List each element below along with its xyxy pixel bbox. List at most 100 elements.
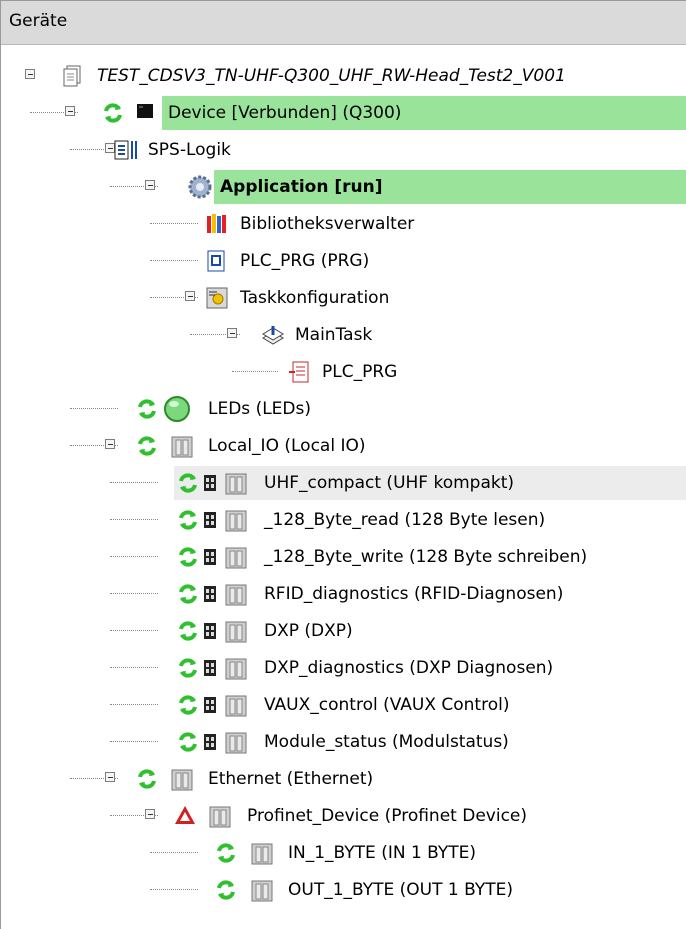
tree-node-label: PLC_PRG [322, 362, 398, 382]
module-icon [225, 546, 247, 575]
tree-connector [110, 593, 158, 594]
tree-connector [110, 556, 158, 557]
tree-node-label: DXP_diagnostics (DXP Diagnosen) [264, 658, 554, 678]
tree-node[interactable]: Module_status (Modulstatus) [1, 725, 686, 759]
tree-node-label: VAUX_control (VAUX Control) [264, 695, 510, 715]
tree-connector [150, 223, 198, 224]
tree-node-label: PLC_PRG (PRG) [240, 251, 370, 271]
tree-node[interactable]: Taskkonfiguration [1, 281, 686, 315]
tree-node-label: _128_Byte_write (128 Byte schreiben) [264, 547, 588, 567]
collapse-toggle-icon[interactable] [145, 180, 155, 190]
module-icon [225, 694, 247, 723]
panel-title: Geräte [9, 11, 68, 31]
tree-node[interactable]: IN_1_BYTE (IN 1 BYTE) [1, 836, 686, 870]
tree-node-label: DXP (DXP) [264, 621, 353, 641]
pou-icon [206, 250, 226, 277]
module-icon [171, 768, 193, 797]
tree-connector [110, 704, 158, 705]
module-icon [225, 620, 247, 649]
tree-node[interactable]: RFID_diagnostics (RFID-Diagnosen) [1, 577, 686, 611]
connected-status-icon [177, 731, 199, 758]
collapse-toggle-icon[interactable] [185, 291, 195, 301]
tree-connector [150, 889, 198, 890]
tree-node-label: Bibliotheksverwalter [240, 214, 415, 234]
tree-node-label: Application [run] [220, 177, 383, 197]
collapse-toggle-icon[interactable] [25, 69, 35, 79]
collapse-toggle-icon[interactable] [227, 328, 237, 338]
tree-connector [110, 482, 158, 483]
panel-header: Geräte [1, 1, 686, 45]
tree-node-label: Ethernet (Ethernet) [208, 769, 374, 789]
program-call-icon [288, 361, 310, 388]
task-config-icon [206, 287, 228, 314]
collapse-toggle-icon[interactable] [105, 772, 115, 782]
task-icon [261, 324, 285, 351]
project-icon [63, 65, 83, 92]
io-channel-icon [203, 659, 217, 682]
collapse-toggle-icon[interactable] [105, 439, 115, 449]
tree-node-label: SPS-Logik [148, 140, 231, 160]
module-icon [225, 657, 247, 686]
tree-node[interactable]: Profinet_Device (Profinet Device) [1, 799, 686, 833]
tree-node[interactable]: VAUX_control (VAUX Control) [1, 688, 686, 722]
warning-triangle-icon [174, 805, 196, 830]
tree-node[interactable]: OUT_1_BYTE (OUT 1 BYTE) [1, 873, 686, 907]
tree-node-label: IN_1_BYTE (IN 1 BYTE) [288, 843, 477, 863]
module-icon [225, 472, 247, 501]
io-channel-icon [203, 474, 217, 497]
tree-node[interactable]: Bibliotheksverwalter [1, 207, 686, 241]
tree-node[interactable]: LEDs (LEDs) [1, 392, 686, 426]
tree-connector [110, 519, 158, 520]
io-channel-icon [203, 585, 217, 608]
tree-node[interactable]: UHF_compact (UHF kompakt) [1, 466, 686, 500]
tree-node-label: RFID_diagnostics (RFID-Diagnosen) [264, 584, 564, 604]
led-icon [163, 395, 191, 428]
tree-node-label: OUT_1_BYTE (OUT 1 BYTE) [288, 880, 514, 900]
tree-node-label: MainTask [295, 325, 373, 345]
library-manager-icon [206, 213, 228, 240]
tree-node[interactable]: TEST_CDSV3_TN-UHF-Q300_UHF_RW-Head_Test2… [1, 59, 686, 93]
module-icon [225, 731, 247, 760]
tree-node[interactable]: DXP_diagnostics (DXP Diagnosen) [1, 651, 686, 685]
tree-node[interactable]: MainTask [1, 318, 686, 352]
tree-node-label: LEDs (LEDs) [208, 399, 311, 419]
tree-connector [110, 667, 158, 668]
connected-status-icon [177, 509, 199, 536]
tree-node-label: Taskkonfiguration [240, 288, 390, 308]
module-icon [225, 583, 247, 612]
connected-status-icon [177, 620, 199, 647]
connected-status-icon [102, 102, 124, 129]
module-icon [251, 842, 273, 871]
connected-status-icon [177, 472, 199, 499]
connected-status-icon [177, 546, 199, 573]
tree-node[interactable]: _128_Byte_read (128 Byte lesen) [1, 503, 686, 537]
tree-node[interactable]: SPS-Logik [1, 133, 686, 167]
tree-node[interactable]: Ethernet (Ethernet) [1, 762, 686, 796]
device-icon [136, 102, 154, 125]
tree-node[interactable]: PLC_PRG (PRG) [1, 244, 686, 278]
io-channel-icon [203, 622, 217, 645]
tree-connector [110, 741, 158, 742]
tree-node-label: Profinet_Device (Profinet Device) [247, 806, 528, 826]
collapse-toggle-icon[interactable] [145, 809, 155, 819]
devices-panel: Geräte TEST_CDSV3_TN-UHF-Q300_UHF_RW-Hea… [0, 0, 686, 929]
collapse-toggle-icon[interactable] [65, 106, 75, 116]
module-icon [209, 805, 231, 834]
tree-node[interactable]: PLC_PRG [1, 355, 686, 389]
connected-status-icon [177, 694, 199, 721]
module-icon [225, 509, 247, 538]
tree-node[interactable]: _128_Byte_write (128 Byte schreiben) [1, 540, 686, 574]
tree-node-label: Local_IO (Local IO) [208, 436, 366, 456]
tree-node-label: Device [Verbunden] (Q300) [168, 103, 402, 123]
tree-node[interactable]: Local_IO (Local IO) [1, 429, 686, 463]
tree-node[interactable]: Device [Verbunden] (Q300) [1, 96, 686, 130]
tree-node[interactable]: Application [run] [1, 170, 686, 204]
io-channel-icon [203, 511, 217, 534]
connected-status-icon [136, 398, 158, 425]
io-channel-icon [203, 733, 217, 756]
connected-status-icon [177, 657, 199, 684]
connected-status-icon [215, 879, 237, 906]
tree-node-label: TEST_CDSV3_TN-UHF-Q300_UHF_RW-Head_Test2… [97, 66, 566, 86]
tree-node[interactable]: DXP (DXP) [1, 614, 686, 648]
application-gear-icon [186, 173, 214, 206]
